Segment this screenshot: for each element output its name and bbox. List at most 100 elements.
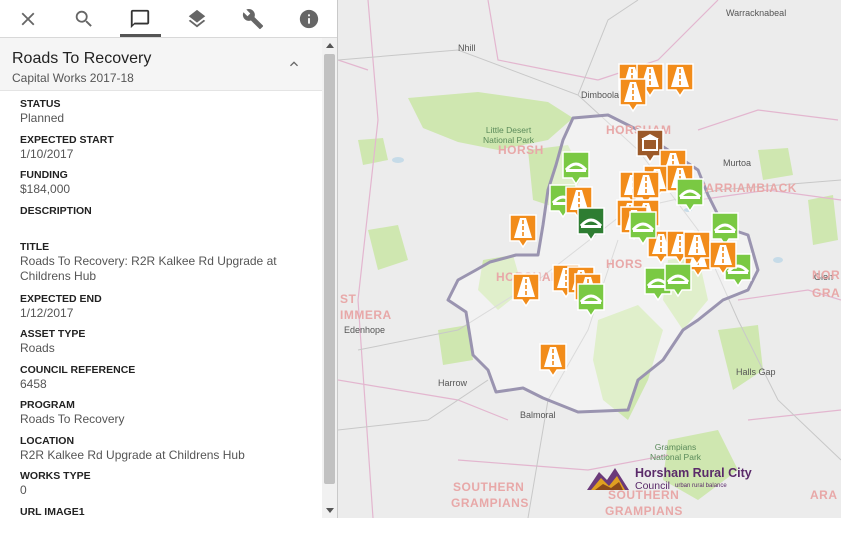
- field-program: PROGRAM Roads To Recovery: [20, 399, 310, 435]
- region-gra: GRA: [812, 286, 840, 300]
- bridge-icon: [561, 150, 591, 186]
- road-icon: [538, 342, 568, 378]
- region-grampians-2: GRAMPIANS: [605, 504, 683, 518]
- road-marker[interactable]: [538, 342, 568, 378]
- field-label: URL IMAGE1: [20, 506, 310, 519]
- feature-subtitle: Capital Works 2017-18: [12, 71, 134, 85]
- region-horsham-center: HORS: [606, 257, 643, 271]
- collapse-button[interactable]: [286, 56, 302, 72]
- wrench-icon: [242, 8, 264, 30]
- place-harrow: Harrow: [438, 378, 467, 388]
- field-label: DESCRIPTION: [20, 205, 310, 218]
- toolbar: [0, 0, 337, 38]
- road-marker[interactable]: [708, 240, 738, 276]
- bridge-marker[interactable]: [576, 282, 606, 318]
- map-view[interactable]: Warracknabeal Nhill Dimboola Murtoa Eden…: [338, 0, 841, 518]
- selected-bridge-marker[interactable]: [576, 206, 606, 242]
- road-marker[interactable]: [618, 77, 648, 113]
- road-marker[interactable]: [508, 213, 538, 249]
- info-panel-tab[interactable]: [112, 0, 168, 37]
- region-west: ST: [340, 292, 356, 306]
- field-label: ASSET TYPE: [20, 328, 310, 341]
- park-grampians: GrampiansNational Park: [650, 442, 701, 462]
- bridge-icon: [663, 262, 693, 298]
- field-label: WORKS TYPE: [20, 470, 310, 483]
- scroll-thumb[interactable]: [324, 54, 335, 484]
- field-description: DESCRIPTION: [20, 205, 310, 241]
- layers-button[interactable]: [169, 0, 225, 37]
- field-label: STATUS: [20, 98, 310, 111]
- place-edenhope: Edenhope: [344, 325, 385, 335]
- bridge-marker[interactable]: [628, 210, 658, 246]
- scroll-down-button[interactable]: [322, 504, 337, 518]
- road-icon: [508, 213, 538, 249]
- place-warracknabeal: Warracknabeal: [726, 8, 786, 18]
- road-icon: [665, 62, 695, 98]
- field-location: LOCATION R2R Kalkee Rd Upgrade at Childr…: [20, 435, 310, 471]
- chevron-up-icon: [286, 56, 302, 72]
- info-panel-icon: [129, 8, 151, 30]
- field-status: STATUS Planned: [20, 98, 310, 134]
- bridge-icon: [576, 206, 606, 242]
- close-button[interactable]: [0, 0, 56, 37]
- place-halls-gap: Halls Gap: [736, 367, 776, 377]
- field-expected-start: EXPECTED START 1/10/2017: [20, 134, 310, 170]
- road-marker[interactable]: [511, 272, 541, 308]
- field-value: $184,000: [20, 182, 310, 197]
- field-label: PROGRAM: [20, 399, 310, 412]
- field-label: LOCATION: [20, 435, 310, 448]
- field-asset-type: ASSET TYPE Roads: [20, 328, 310, 364]
- tools-button[interactable]: [225, 0, 281, 37]
- logo-title: Horsham Rural City: [635, 466, 752, 480]
- field-value: 6458: [20, 377, 310, 392]
- bridge-icon: [628, 210, 658, 246]
- logo-tagline: urban rural balance: [675, 483, 727, 489]
- field-value: Planned: [20, 111, 310, 126]
- region-southern: SOUTHERN: [453, 480, 524, 494]
- place-dimboola: Dimboola: [581, 90, 619, 100]
- field-council-reference: COUNCIL REFERENCE 6458: [20, 364, 310, 400]
- region-ara: ARA: [810, 488, 838, 502]
- field-label: EXPECTED END: [20, 293, 310, 306]
- bridge-marker[interactable]: [675, 177, 705, 213]
- bridge-icon: [675, 177, 705, 213]
- place-murtoa: Murtoa: [723, 158, 751, 168]
- field-label: COUNCIL REFERENCE: [20, 364, 310, 377]
- park-little-desert: Little DesertNational Park: [483, 125, 534, 145]
- region-nor: NOR: [812, 268, 840, 282]
- field-funding: FUNDING $184,000: [20, 169, 310, 205]
- field-label: EXPECTED START: [20, 134, 310, 147]
- search-icon: [73, 8, 95, 30]
- field-url-image1: URL IMAGE1: [20, 506, 310, 541]
- attribute-list: STATUS Planned EXPECTED START 1/10/2017 …: [20, 98, 310, 541]
- road-icon: [511, 272, 541, 308]
- field-label: FUNDING: [20, 169, 310, 182]
- info-icon: [298, 8, 320, 30]
- field-label: TITLE: [20, 241, 310, 254]
- bridge-marker[interactable]: [561, 150, 591, 186]
- bridge-marker[interactable]: [663, 262, 693, 298]
- place-balmoral: Balmoral: [520, 410, 556, 420]
- field-value: 0: [20, 483, 310, 498]
- region-grampians: GRAMPIANS: [451, 496, 529, 510]
- field-value: R2R Kalkee Rd Upgrade at Childrens Hub: [20, 448, 310, 463]
- feature-header: Roads To Recovery Capital Works 2017-18: [0, 38, 322, 91]
- panel-scrollbar[interactable]: [322, 38, 337, 518]
- place-nhill: Nhill: [458, 43, 476, 53]
- scroll-up-button[interactable]: [322, 38, 337, 52]
- field-value: Roads To Recovery: R2R Kalkee Rd Upgrade…: [20, 254, 310, 284]
- council-logo: Horsham Rural City Council urban rural b…: [585, 464, 765, 494]
- field-value: Roads: [20, 341, 310, 356]
- map-basemap: [338, 0, 841, 518]
- about-button[interactable]: [281, 0, 337, 37]
- field-title: TITLE Roads To Recovery: R2R Kalkee Rd U…: [20, 241, 310, 293]
- field-value: 1/10/2017: [20, 147, 310, 162]
- road-marker[interactable]: [665, 62, 695, 98]
- search-button[interactable]: [56, 0, 112, 37]
- field-value: 1/12/2017: [20, 306, 310, 321]
- logo-subtitle: Council: [635, 480, 670, 492]
- close-icon: [17, 8, 39, 30]
- council-logo-mark: [585, 464, 631, 492]
- region-yarriambiack: YARRIAMBIACK: [698, 181, 797, 195]
- feature-title: Roads To Recovery: [12, 50, 151, 68]
